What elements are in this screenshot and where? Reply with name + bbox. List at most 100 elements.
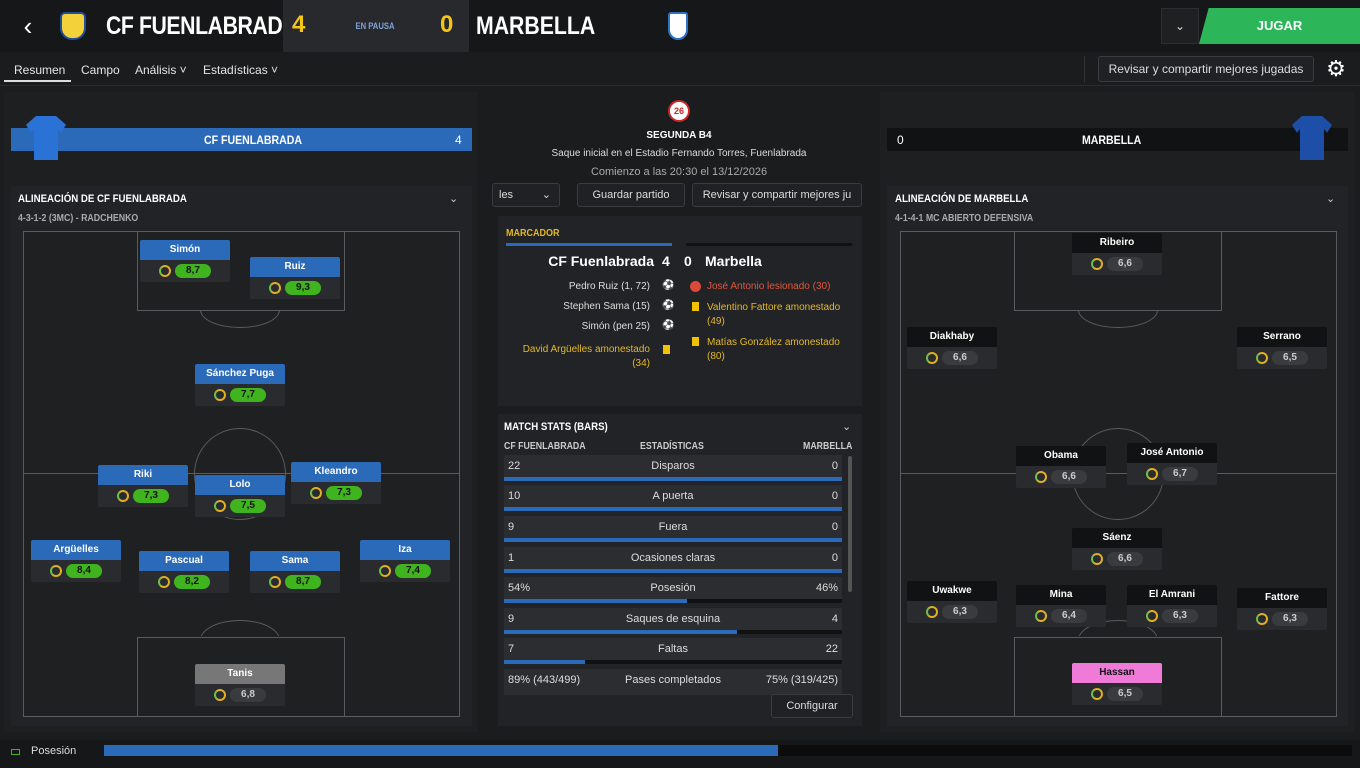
away-event: Valentino Fattore amonestado (49)	[707, 302, 841, 327]
away-color-strip	[686, 243, 852, 246]
away-lineup-title: ALINEACIÓN DE MARBELLA	[895, 193, 1029, 205]
chevron-down-icon[interactable]: ⌄	[449, 192, 458, 205]
stat-home-value: 54%	[508, 582, 531, 594]
stat-away-value: 22	[825, 643, 838, 655]
player-name: José Antonio	[1127, 443, 1217, 463]
stat-home-value: 9	[508, 613, 515, 625]
player-card[interactable]: Uwakwe 6,3	[907, 581, 997, 629]
away-score: 0	[440, 11, 454, 38]
player-rating: 6,5	[1107, 687, 1143, 701]
save-match-button[interactable]: Guardar partido	[577, 183, 685, 207]
player-rating: 9,3	[285, 281, 321, 295]
player-rating: 7,5	[230, 499, 266, 513]
review-share-button[interactable]: Revisar y compartir mejores jugadas	[1098, 56, 1314, 82]
stats-mid-col: ESTADÍSTICAS	[640, 441, 704, 452]
player-card[interactable]: Simón 8,7	[140, 240, 230, 288]
back-icon[interactable]: ‹	[14, 10, 42, 42]
player-card[interactable]: Riki 7,3	[98, 465, 188, 513]
tab-analisis[interactable]: Análisis ˅	[135, 63, 187, 77]
away-bar-score: 0	[897, 133, 904, 147]
performance-icon	[214, 500, 226, 512]
away-event: José Antonio lesionado (30)	[707, 281, 831, 292]
home-formation: 4-3-1-2 (3MC) - RADCHENKO	[18, 213, 139, 224]
player-rating: 6,8	[230, 688, 266, 702]
scoreboard-away-score: 0	[684, 253, 692, 269]
player-card[interactable]: Sánchez Puga 7,7	[195, 364, 285, 412]
review-share-short-button[interactable]: Revisar y compartir mejores ju	[692, 183, 862, 207]
chevron-down-icon: ⌄	[541, 189, 551, 201]
home-event: Simón (pen 25)	[581, 321, 650, 332]
competition-name: SEGUNDA B4	[646, 130, 712, 141]
player-rating: 6,5	[1272, 351, 1308, 365]
stat-row: Posesión 54% 46%	[504, 577, 842, 603]
stat-bar-fill	[504, 569, 842, 573]
player-name: Pascual	[139, 551, 229, 571]
performance-icon	[1146, 468, 1158, 480]
player-card[interactable]: Ruiz 9,3	[250, 257, 340, 305]
performance-icon	[50, 565, 62, 577]
performance-icon	[1035, 471, 1047, 483]
home-lineup-title: ALINEACIÓN DE CF FUENLABRADA	[18, 193, 187, 205]
player-card[interactable]: Lolo 7,5	[195, 475, 285, 523]
home-event: Stephen Sama (15)	[563, 301, 650, 312]
player-card[interactable]: Kleandro 7,3	[291, 462, 381, 510]
player-name: Fattore	[1237, 588, 1327, 608]
player-rating: 6,6	[1107, 552, 1143, 566]
performance-icon	[1091, 258, 1103, 270]
player-name: Hassan	[1072, 663, 1162, 683]
stat-away-value: 75% (319/425)	[765, 674, 838, 686]
player-name: Mina	[1016, 585, 1106, 605]
away-team-name[interactable]: MARBELLA	[476, 12, 595, 41]
stat-bar-fill	[504, 538, 842, 542]
competition-icon: 26	[668, 100, 690, 122]
gear-icon[interactable]: ⚙	[1323, 56, 1349, 82]
stat-home-value: 22	[508, 460, 521, 472]
player-name: Riki	[98, 465, 188, 485]
yellow-card-icon	[663, 345, 670, 354]
highlights-dropdown-label: les	[499, 189, 514, 201]
scoreboard-away: Marbella	[705, 253, 762, 269]
stat-label: Disparos	[651, 460, 695, 472]
player-card[interactable]: Mina 6,4	[1016, 585, 1106, 633]
player-card[interactable]: Argüelles 8,4	[31, 540, 121, 588]
player-card[interactable]: El Amrani 6,3	[1127, 585, 1217, 633]
stat-label: Saques de esquina	[625, 613, 721, 625]
player-name: Uwakwe	[907, 581, 997, 601]
player-card[interactable]: Hassan 6,5	[1072, 663, 1162, 711]
player-card[interactable]: Ribeiro 6,6	[1072, 233, 1162, 281]
chevron-down-icon[interactable]: ⌄	[1326, 192, 1335, 205]
tab-estadisticas[interactable]: Estadísticas ˅	[203, 63, 278, 77]
stat-home-value: 7	[508, 643, 515, 655]
stat-row: A puerta 10 0	[504, 485, 842, 511]
player-card[interactable]: Serrano 6,5	[1237, 327, 1327, 375]
stat-bar-fill	[504, 630, 738, 634]
player-card[interactable]: Iza 7,4	[360, 540, 450, 588]
stat-row: Saques de esquina 9 4	[504, 608, 842, 634]
player-rating: 7,7	[230, 388, 266, 402]
scoreboard-home-score: 4	[662, 253, 670, 269]
player-rating: 7,3	[326, 486, 362, 500]
chevron-down-icon[interactable]: ⌄	[842, 420, 851, 433]
home-score: 4	[292, 11, 306, 38]
player-card[interactable]: Diakhaby 6,6	[907, 327, 997, 375]
play-button[interactable]: JUGAR	[1199, 8, 1360, 44]
player-card[interactable]: Sáenz 6,6	[1072, 528, 1162, 576]
player-card[interactable]: Obama 6,6	[1016, 446, 1106, 494]
tab-resumen[interactable]: Resumen	[14, 63, 65, 77]
player-name: Ribeiro	[1072, 233, 1162, 253]
highlights-dropdown[interactable]: les ⌄	[492, 183, 560, 207]
options-dropdown-button[interactable]: ⌄	[1161, 8, 1199, 44]
configure-button[interactable]: Configurar	[771, 694, 853, 718]
player-card[interactable]: José Antonio 6,7	[1127, 443, 1217, 491]
scrollbar[interactable]	[848, 456, 852, 592]
player-card[interactable]: Fattore 6,3	[1237, 588, 1327, 636]
player-card[interactable]: Pascual 8,2	[139, 551, 229, 599]
home-team-name[interactable]: CF FUENLABRADA	[106, 12, 298, 41]
player-name: Diakhaby	[907, 327, 997, 347]
tab-campo[interactable]: Campo	[81, 63, 120, 77]
player-card[interactable]: Sama 8,7	[250, 551, 340, 599]
scoreboard-home: CF Fuenlabrada	[548, 253, 654, 269]
player-card[interactable]: Tanis 6,8	[195, 664, 285, 712]
stats-title: MATCH STATS (BARS)	[504, 421, 608, 433]
stat-home-value: 89% (443/499)	[508, 674, 581, 686]
